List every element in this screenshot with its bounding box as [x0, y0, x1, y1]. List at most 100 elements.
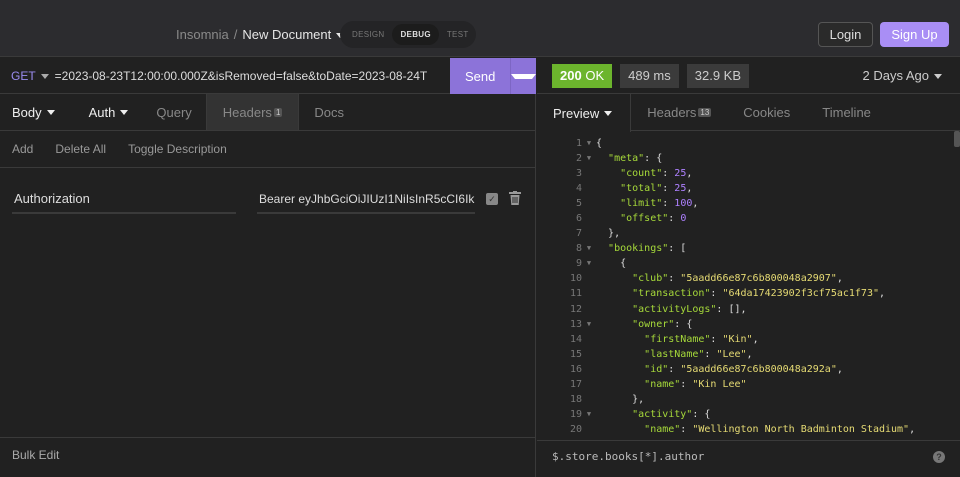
fold-gutter [582, 362, 596, 377]
response-filter-input[interactable]: $.store.books[*].author ? [537, 440, 960, 472]
code-line: 13 ▼ "owner": { [537, 317, 960, 332]
code-text: "count": 25, [596, 166, 692, 181]
mode-debug[interactable]: DEBUG [392, 24, 439, 45]
tab-label: Body [12, 104, 42, 120]
request-pane: GET =2023-08-23T12:00:00.000Z&isRemoved=… [0, 58, 536, 477]
delete-all-button[interactable]: Delete All [55, 142, 106, 156]
send-options-button[interactable] [510, 58, 536, 94]
mode-design[interactable]: DESIGN [344, 24, 392, 45]
code-text: { [596, 136, 602, 151]
json-punctuation: }, [608, 228, 621, 240]
tab-response-headers[interactable]: Headers 13 [631, 94, 727, 130]
code-text: "name": "Kin Lee" [596, 377, 747, 392]
fold-toggle-icon[interactable]: ▼ [582, 241, 596, 256]
line-number: 10 [569, 273, 582, 285]
json-string: "5aadd66e87c6b800048a2907" [680, 273, 837, 285]
fold-gutter [582, 392, 596, 407]
tab-cookies[interactable]: Cookies [727, 94, 806, 130]
json-punctuation: , [879, 288, 886, 300]
json-punctuation: : { [674, 318, 693, 330]
code-text: "transaction": "64da17423902f3cf75ac1f73… [596, 286, 885, 301]
tab-label: Preview [553, 105, 600, 121]
line-number: 1 [575, 138, 582, 149]
line-number: 11 [569, 288, 582, 300]
bulk-edit-button[interactable]: Bulk Edit [0, 437, 535, 472]
code-text: }, [596, 392, 644, 407]
history-label: 2 Days Ago [862, 68, 930, 83]
document-menu[interactable]: New Document [242, 27, 345, 42]
json-key: "count" [620, 168, 663, 180]
response-body-viewer[interactable]: 1 ▼{2 ▼ "meta": {3 "count": 25, 4 "total": … [537, 131, 960, 440]
json-string: "64da17423902f3cf75ac1f73" [722, 288, 879, 300]
code-text: "activityLogs": [], [596, 302, 747, 317]
line-number: 18 [569, 393, 582, 405]
login-button[interactable]: Login [818, 22, 873, 47]
fold-toggle-icon[interactable]: ▼ [582, 151, 596, 166]
status-text: OK [585, 67, 605, 83]
json-string: "Kin" [722, 333, 753, 345]
send-button[interactable]: Send [450, 69, 510, 84]
fold-toggle-icon[interactable]: ▼ [582, 256, 596, 271]
json-string: "Kin Lee" [692, 378, 747, 390]
mode-test[interactable]: TEST [439, 24, 477, 45]
request-tabs: Body Auth Query Headers 1 Docs [0, 94, 535, 131]
code-text: "firstName": "Kin", [596, 332, 759, 347]
trash-icon[interactable] [509, 191, 521, 206]
json-key: "limit" [620, 198, 663, 210]
line-number: 4 [575, 183, 582, 195]
json-punctuation: : [ [668, 243, 687, 255]
tab-docs[interactable]: Docs [299, 94, 356, 130]
json-punctuation: : [662, 168, 675, 180]
document-name: New Document [242, 27, 332, 42]
tab-headers[interactable]: Headers 1 [205, 94, 300, 130]
tab-query[interactable]: Query [144, 94, 205, 130]
url-input[interactable]: =2023-08-23T12:00:00.000Z&isRemoved=fals… [55, 69, 443, 83]
add-button[interactable]: Add [12, 142, 33, 156]
json-punctuation: : [], [716, 303, 747, 315]
header-value-input[interactable]: Bearer eyJhbGciOiJIUzI1NiIsInR5cCI6Ik [257, 183, 475, 214]
json-key: "lastName" [644, 348, 705, 360]
method-select[interactable]: GET [11, 69, 49, 83]
json-punctuation: : [668, 273, 681, 285]
json-punctuation: { [596, 138, 603, 149]
json-key: "offset" [620, 213, 669, 225]
help-icon[interactable]: ? [933, 451, 945, 463]
scrollbar[interactable] [954, 131, 960, 147]
header-enabled-checkbox[interactable]: ✓ [486, 193, 498, 205]
tab-body[interactable]: Body [0, 94, 67, 130]
json-key: "total" [620, 183, 663, 195]
json-string: "Wellington North Badminton Stadium" [692, 423, 910, 435]
code-line: 6 "offset": 0 [537, 211, 960, 226]
line-number: 6 [575, 213, 582, 225]
breadcrumb-app[interactable]: Insomnia [176, 27, 229, 42]
url-bar: GET =2023-08-23T12:00:00.000Z&isRemoved=… [0, 58, 536, 94]
code-line: 8 ▼ "bookings": [ [537, 241, 960, 256]
fold-toggle-icon[interactable]: ▼ [582, 136, 596, 151]
code-line: 19 ▼ "activity": { [537, 407, 960, 422]
headers-count-badge: 1 [273, 107, 283, 117]
line-number: 5 [575, 198, 582, 210]
json-punctuation: , [752, 333, 759, 345]
tab-label: Auth [88, 104, 116, 120]
fold-toggle-icon[interactable]: ▼ [582, 407, 596, 422]
history-dropdown[interactable]: 2 Days Ago [862, 68, 942, 83]
signup-button[interactable]: Sign Up [880, 22, 949, 47]
json-string: "Lee" [716, 348, 747, 360]
json-punctuation: , [836, 273, 843, 285]
line-number: 8 [575, 243, 582, 255]
status-badge: 200 OK [552, 63, 613, 88]
tab-timeline[interactable]: Timeline [806, 94, 887, 130]
chevron-down-icon [511, 73, 536, 79]
json-punctuation: , [909, 423, 916, 435]
header-name-input[interactable]: Authorization [12, 183, 236, 214]
fold-toggle-icon[interactable]: ▼ [582, 317, 596, 332]
toggle-description-button[interactable]: Toggle Description [128, 142, 227, 156]
code-line: 9 ▼ { [537, 256, 960, 271]
code-line: 20 "name": "Wellington North Badminton S… [537, 422, 960, 437]
json-punctuation: : [662, 198, 675, 210]
json-punctuation: , [836, 363, 843, 375]
tab-preview[interactable]: Preview [537, 94, 632, 132]
json-punctuation: : [680, 378, 693, 390]
tab-auth[interactable]: Auth [77, 94, 141, 130]
code-line: 17 "name": "Kin Lee" [537, 377, 960, 392]
